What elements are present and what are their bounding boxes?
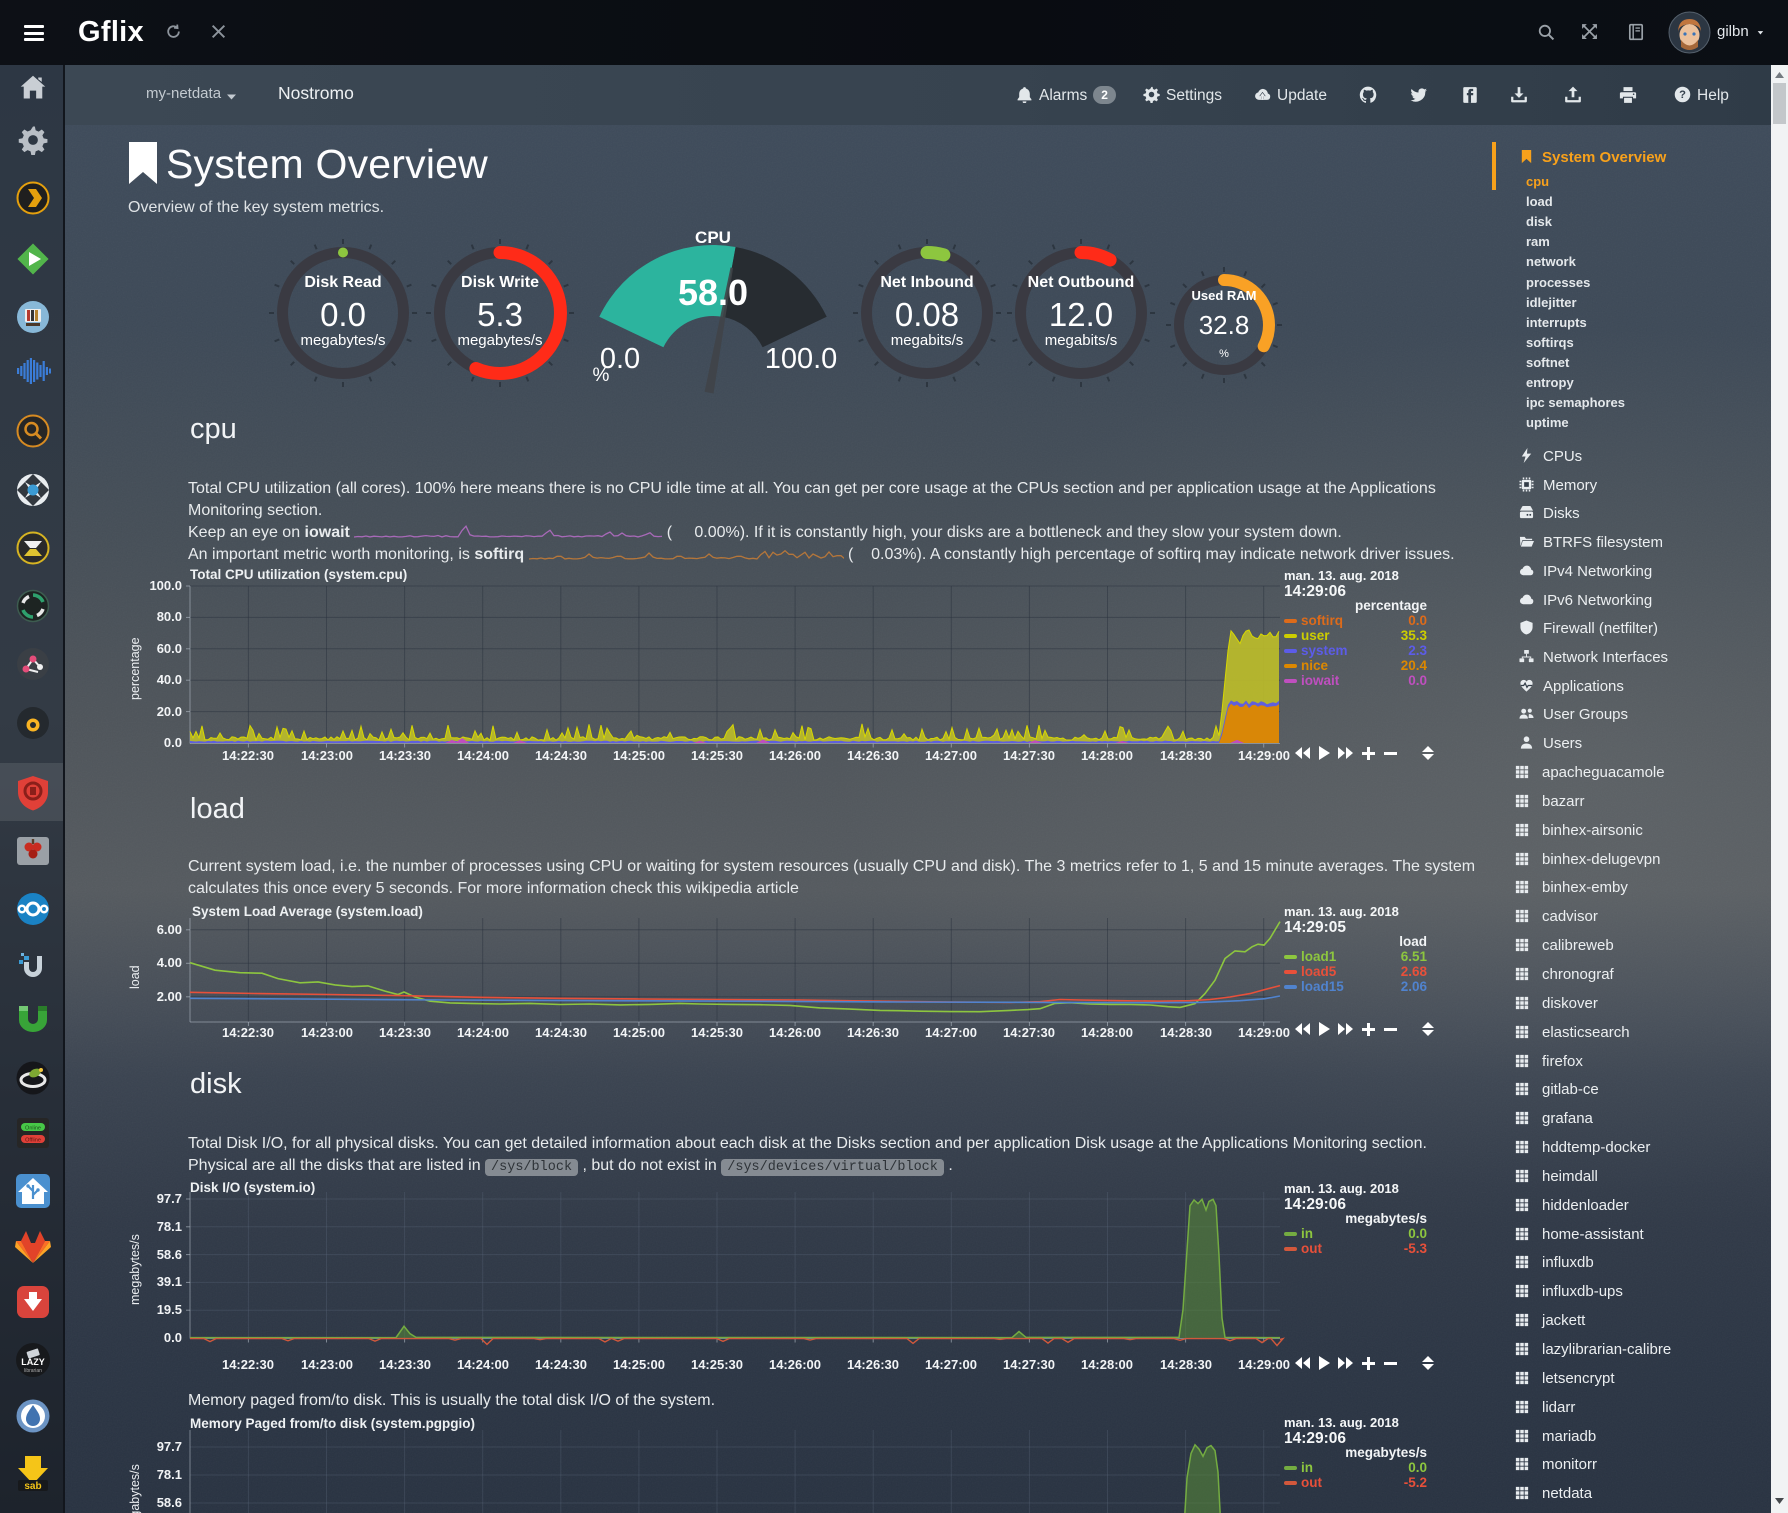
svg-text:Offline: Offline — [25, 1137, 41, 1143]
svg-text:librarian: librarian — [24, 1368, 42, 1374]
svg-text:sab: sab — [24, 1481, 41, 1492]
svg-text:?: ? — [1679, 89, 1686, 101]
svg-text:Online: Online — [25, 1125, 41, 1131]
svg-text:LAZY: LAZY — [21, 1357, 45, 1367]
